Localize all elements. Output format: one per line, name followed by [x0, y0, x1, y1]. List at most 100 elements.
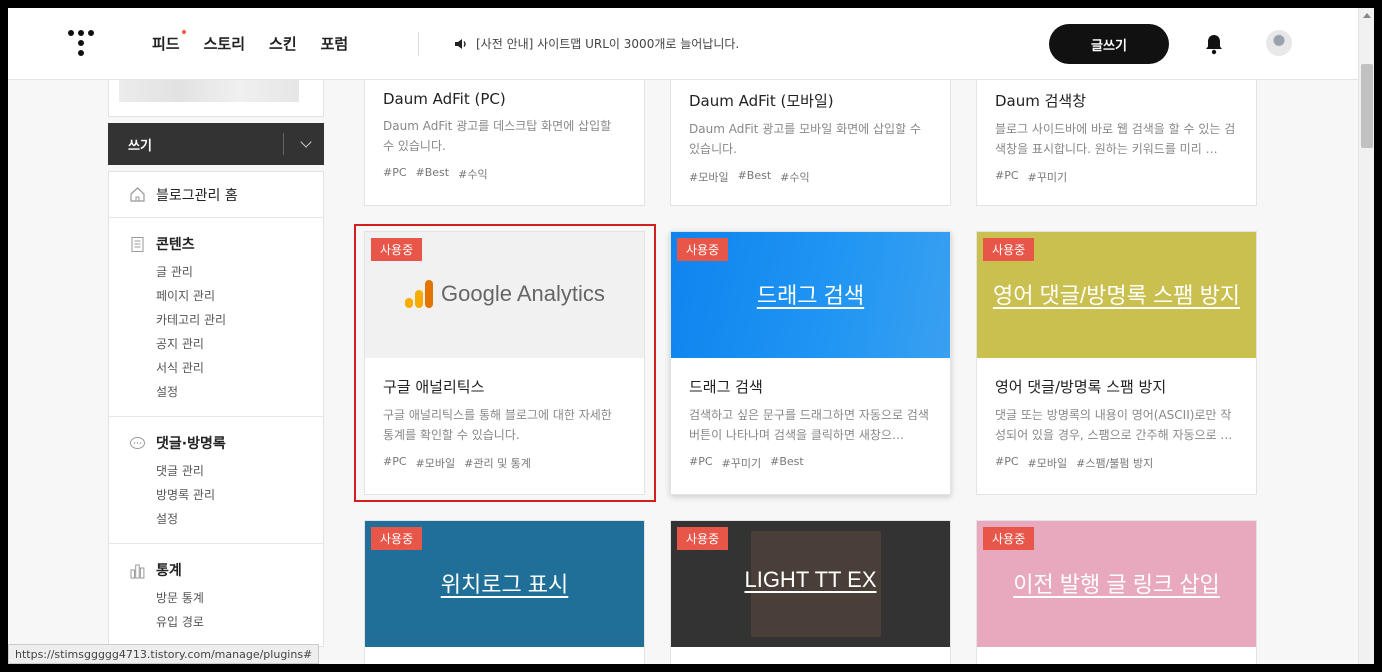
card-thumbnail: 사용중 이전 발행 글 링크 삽입: [977, 521, 1256, 647]
comment-icon: [130, 436, 145, 449]
plugin-card-drag-search[interactable]: 사용중 드래그 검색 드래그 검색 검색하고 싶은 문구를 드래그하면 자동으로…: [670, 231, 951, 495]
thumbnail-title: 드래그 검색: [756, 283, 865, 308]
google-analytics-logo: Google Analytics: [405, 280, 605, 308]
thumbnail-title: LIGHT TT EX: [744, 567, 877, 592]
card-desc: Daum AdFit 광고를 데스크탑 화면에 삽입할 수 있습니다.: [383, 119, 612, 153]
thumbnail-title: 영어 댓글/방명록 스팸 방지: [992, 283, 1241, 308]
sidebar-section-head[interactable]: 통계: [129, 560, 323, 580]
sidebar-item-home[interactable]: 블로그관리 홈: [109, 172, 323, 218]
nav-skin[interactable]: 스킨: [269, 33, 297, 54]
card-thumbnail: 사용중 Google Analytics: [365, 232, 644, 358]
analytics-bars-icon: [405, 280, 433, 308]
card-tags: #PC #꾸미기 #Best: [689, 455, 804, 470]
card-thumbnail: 사용중 위치로그 표시: [365, 521, 644, 647]
plugin-card-adfit-pc[interactable]: Daum AdFit (PC) Daum AdFit 광고를 데스크탑 화면에 …: [364, 80, 645, 206]
tistory-logo[interactable]: [68, 30, 94, 60]
scroll-thumb[interactable]: [1361, 64, 1373, 148]
sidebar-item-referrers[interactable]: 유입 경로: [129, 610, 323, 634]
in-use-badge: 사용중: [371, 238, 423, 261]
nav-divider: [418, 32, 419, 56]
sidebar-section-head[interactable]: 댓글·방명록: [129, 433, 323, 453]
sidebar-item-pages[interactable]: 페이지 관리: [129, 284, 323, 308]
plugin-card-english-spam[interactable]: 사용중 영어 댓글/방명록 스팸 방지 영어 댓글/방명록 스팸 방지 댓글 또…: [976, 231, 1257, 495]
sidebar-section-content: 콘텐츠 글 관리 페이지 관리 카테고리 관리 공지 관리 서식 관리 설정: [109, 218, 323, 417]
thumbnail-title: 위치로그 표시: [440, 572, 569, 597]
plugin-card-location-log[interactable]: 사용중 위치로그 표시: [364, 520, 645, 664]
notice-text: [사전 안내] 사이트맵 URL이 3000개로 늘어납니다.: [476, 37, 740, 51]
chevron-down-icon[interactable]: [300, 136, 312, 148]
analytics-logo-text: Google Analytics: [441, 281, 605, 306]
sidebar-item-posts[interactable]: 글 관리: [129, 260, 323, 284]
sidebar-item-visit-stats[interactable]: 방문 통계: [129, 586, 323, 610]
in-use-badge: 사용중: [677, 238, 729, 261]
profile-avatar[interactable]: [1266, 30, 1292, 56]
status-bar-url: https://stimsggggg4713.tistory.com/manag…: [8, 644, 320, 664]
in-use-badge: 사용중: [983, 238, 1035, 261]
blog-info-box[interactable]: [108, 80, 324, 117]
card-tags: #모바일 #Best #수익: [689, 169, 810, 184]
sidebar-item-comment-settings[interactable]: 설정: [129, 507, 323, 531]
scroll-up-arrow-icon[interactable]: [1363, 13, 1371, 18]
sidebar-section-head[interactable]: 콘텐츠: [129, 234, 323, 254]
dropdown-divider: [283, 133, 284, 155]
blurred-blog-name: [119, 80, 299, 102]
card-desc: 검색하고 싶은 문구를 드래그하면 자동으로 검색 버튼이 나타나며 검색을 클…: [689, 408, 929, 442]
sidebar-item-comments[interactable]: 댓글 관리: [129, 459, 323, 483]
card-desc: 댓글 또는 방명록의 내용이 영어(ASCII)로만 작성되어 있을 경우, 스…: [995, 408, 1233, 442]
sidebar-item-templates[interactable]: 서식 관리: [129, 356, 323, 380]
plugin-card-google-analytics[interactable]: 사용중 Google Analytics 구글 애널리틱스 구글 애널리틱스를 …: [364, 231, 645, 495]
card-desc: 구글 애널리틱스를 통해 블로그에 대한 자세한 통계를 확인할 수 있습니다.: [383, 408, 612, 442]
nav-feed[interactable]: 피드: [152, 30, 186, 54]
thumbnail-title: 이전 발행 글 링크 삽입: [1013, 572, 1220, 597]
card-thumbnail: 사용중 드래그 검색: [671, 232, 950, 358]
bell-icon[interactable]: [1204, 33, 1224, 55]
card-tags: #PC #꾸미기: [995, 169, 1068, 184]
card-tags: #PC #Best #수익: [383, 166, 488, 181]
nav-story[interactable]: 스토리: [204, 33, 245, 54]
vertical-scrollbar[interactable]: [1358, 8, 1374, 664]
sidebar-home-label: 블로그관리 홈: [156, 187, 238, 204]
write-post-button[interactable]: 글쓰기: [1049, 24, 1169, 64]
card-title: Daum 검색창: [995, 92, 1087, 110]
nav-forum[interactable]: 포럼: [321, 33, 349, 54]
card-thumbnail: 사용중 LIGHT TT EX: [671, 521, 950, 647]
section-title: 콘텐츠: [156, 237, 195, 253]
sidebar-section-comments: 댓글·방명록 댓글 관리 방명록 관리 설정: [109, 417, 323, 544]
document-icon: [131, 236, 144, 252]
sidebar-item-categories[interactable]: 카테고리 관리: [129, 308, 323, 332]
card-title: 구글 애널리틱스: [383, 378, 485, 396]
new-indicator-dot: [181, 30, 186, 34]
plugin-card-daum-search[interactable]: Daum 검색창 블로그 사이드바에 바로 웹 검색을 할 수 있는 검색창을 …: [976, 80, 1257, 206]
notice-banner[interactable]: [사전 안내] 사이트맵 URL이 3000개로 늘어납니다.: [454, 35, 739, 52]
card-tags: #PC #모바일 #스팸/불펌 방지: [995, 455, 1154, 470]
section-title: 통계: [156, 563, 182, 579]
in-use-badge: 사용중: [983, 527, 1035, 550]
card-title: 영어 댓글/방명록 스팸 방지: [995, 378, 1167, 396]
card-desc: Daum AdFit 광고를 모바일 화면에 삽입할 수 있습니다.: [689, 122, 921, 156]
card-thumbnail: 사용중 영어 댓글/방명록 스팸 방지: [977, 232, 1256, 358]
plugin-card-prev-post-link[interactable]: 사용중 이전 발행 글 링크 삽입: [976, 520, 1257, 664]
write-dropdown-label: 쓰기: [128, 138, 152, 154]
manage-sidebar: 쓰기 블로그관리 홈 콘텐츠 글 관리 페이지 관리 카테고리 관리 공지 관리…: [108, 80, 324, 664]
card-title: 드래그 검색: [689, 378, 763, 396]
bar-chart-icon: [130, 564, 145, 578]
speaker-icon: [455, 38, 466, 49]
sidebar-item-notices[interactable]: 공지 관리: [129, 332, 323, 356]
card-tags: #PC #모바일 #관리 및 통계: [383, 455, 531, 470]
card-title: Daum AdFit (PC): [383, 90, 506, 108]
write-dropdown[interactable]: 쓰기: [108, 123, 324, 165]
card-desc: 블로그 사이드바에 바로 웹 검색을 할 수 있는 검색창을 표시합니다. 원하…: [995, 122, 1236, 156]
sidebar-item-guestbook[interactable]: 방명록 관리: [129, 483, 323, 507]
in-use-badge: 사용중: [677, 527, 729, 550]
plugin-card-adfit-mobile[interactable]: Daum AdFit (모바일) Daum AdFit 광고를 모바일 화면에 …: [670, 80, 951, 206]
main-nav: 피드 스토리 스킨 포럼: [152, 30, 372, 54]
card-title: Daum AdFit (모바일): [689, 92, 834, 110]
section-title: 댓글·방명록: [156, 436, 226, 452]
top-navigation-bar: 피드 스토리 스킨 포럼 [사전 안내] 사이트맵 URL이 3000개로 늘어…: [8, 8, 1358, 80]
home-icon: [130, 187, 145, 202]
in-use-badge: 사용중: [371, 527, 423, 550]
plugin-card-light-tt-ex[interactable]: 사용중 LIGHT TT EX: [670, 520, 951, 664]
sidebar-item-content-settings[interactable]: 설정: [129, 380, 323, 404]
browser-viewport: 피드 스토리 스킨 포럼 [사전 안내] 사이트맵 URL이 3000개로 늘어…: [8, 8, 1374, 664]
sidebar-menu: 블로그관리 홈 콘텐츠 글 관리 페이지 관리 카테고리 관리 공지 관리 서식…: [108, 171, 324, 647]
